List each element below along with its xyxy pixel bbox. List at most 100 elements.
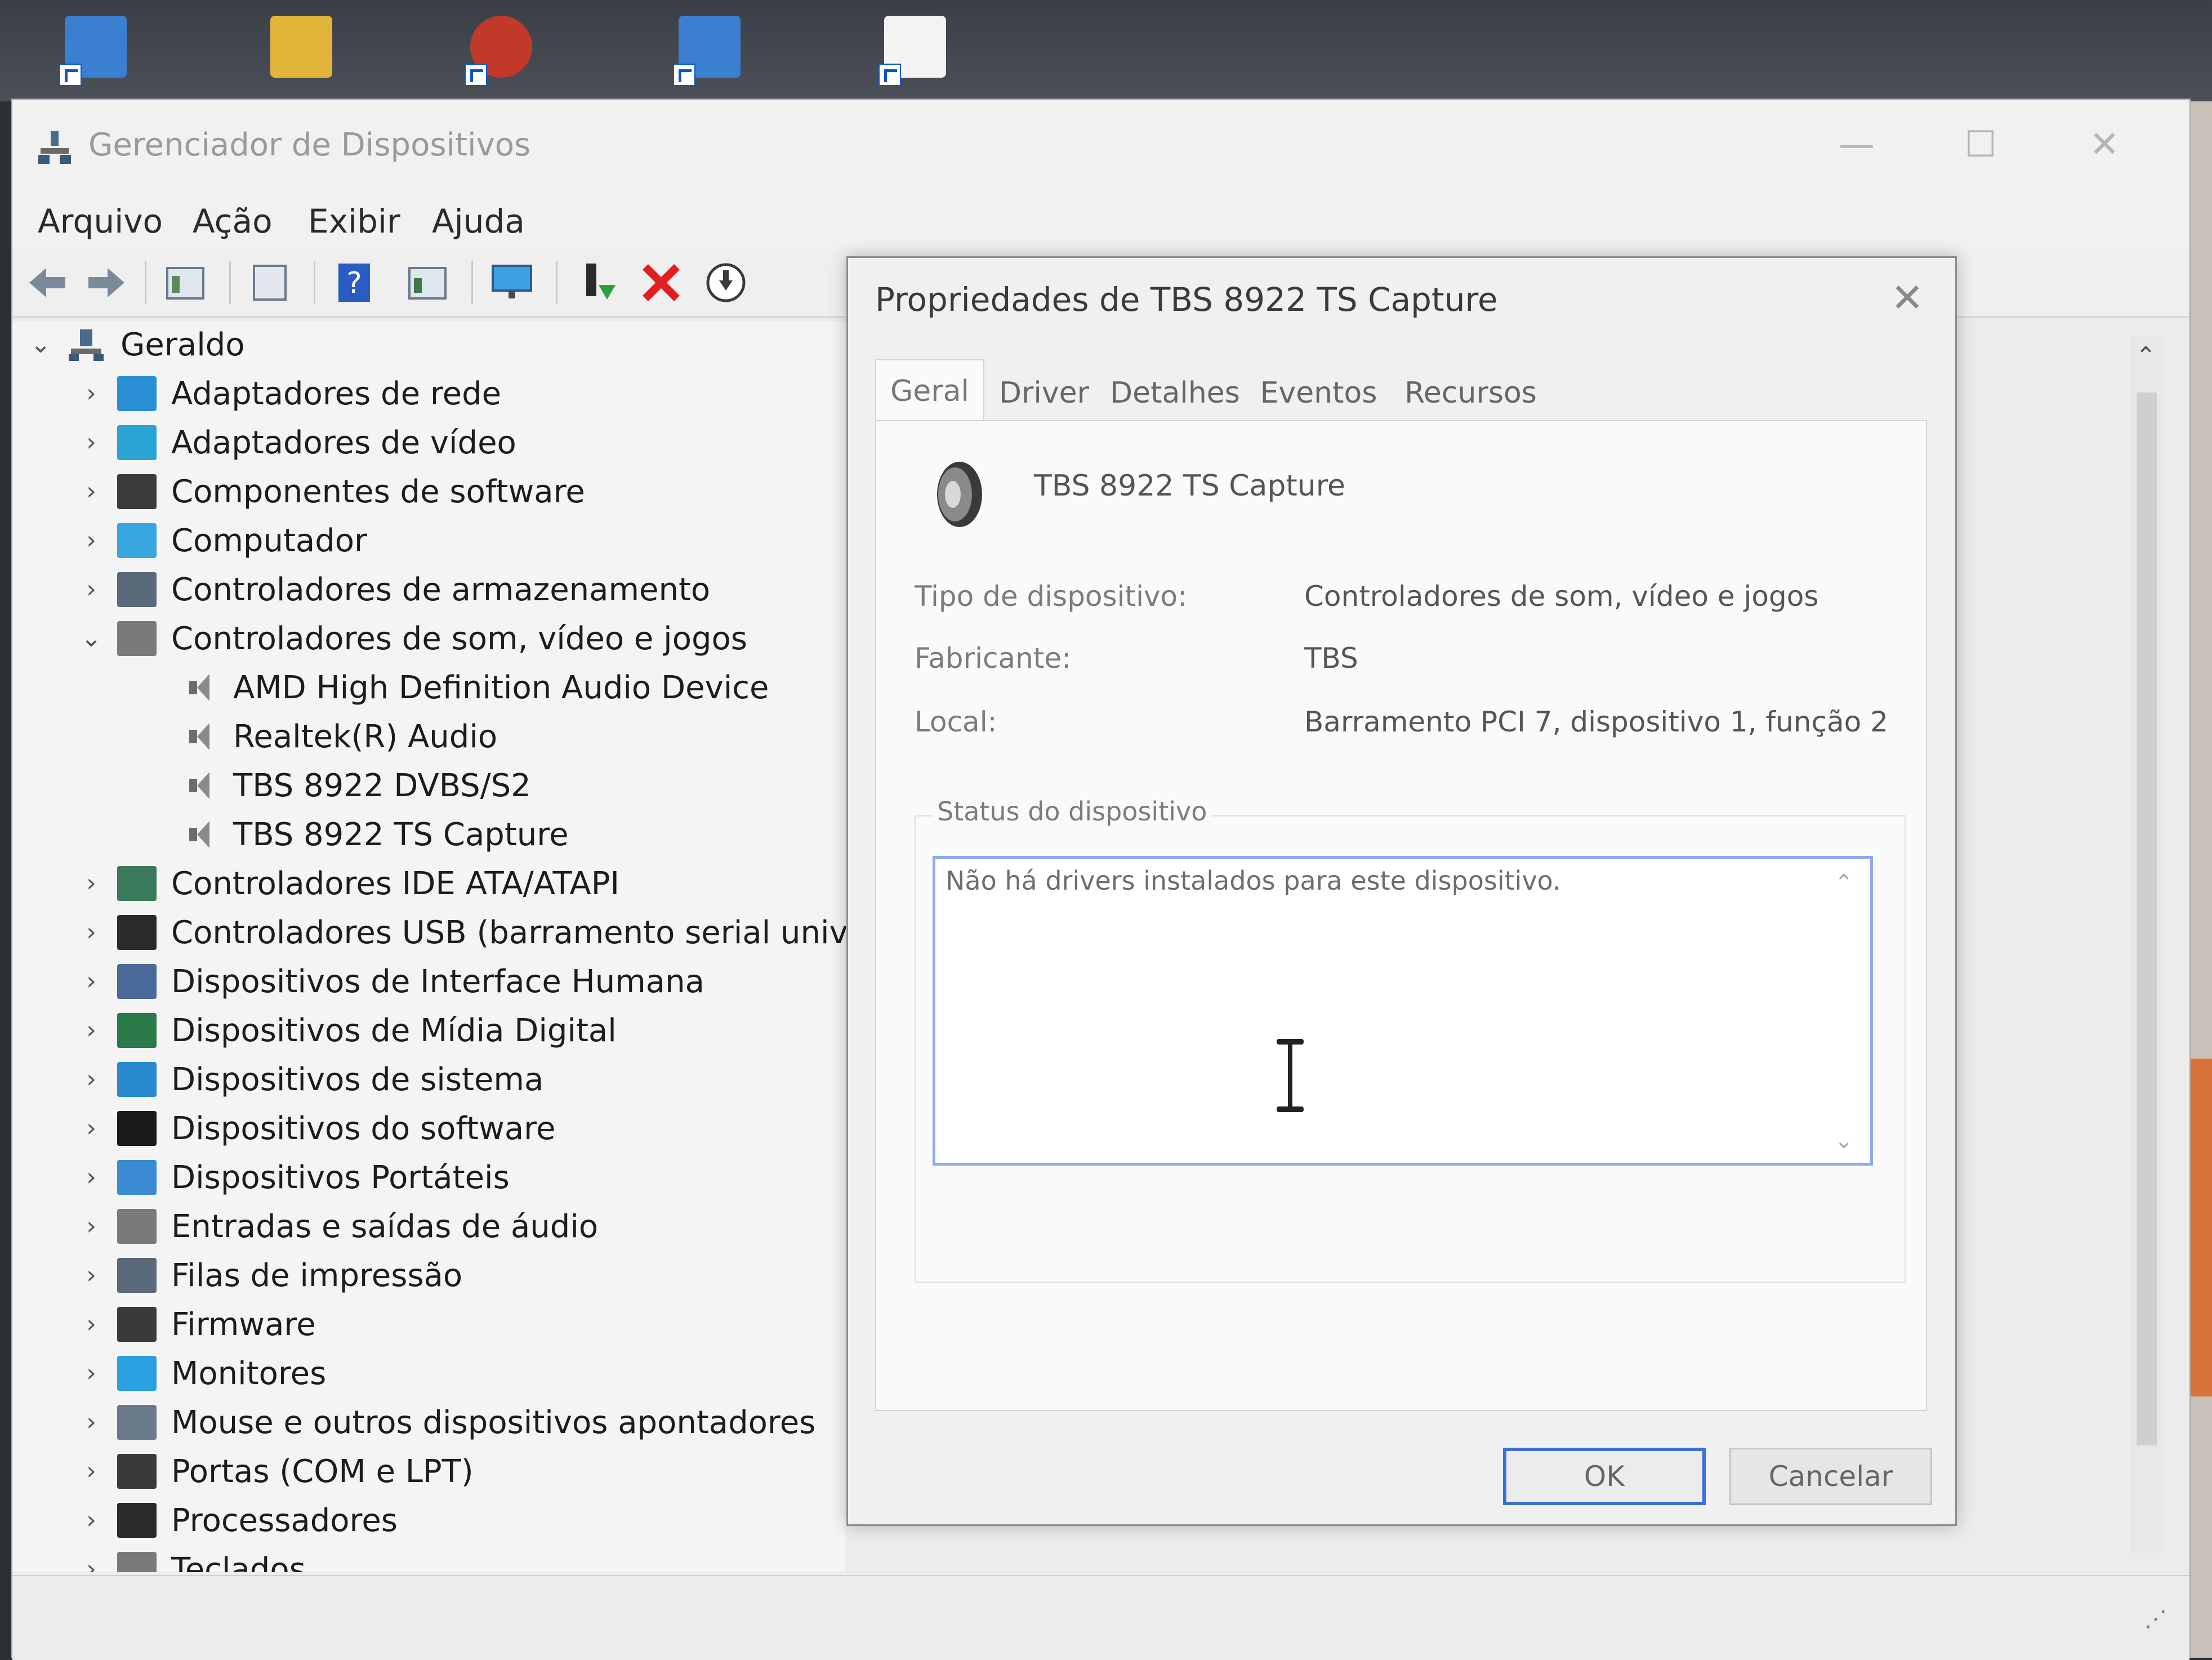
- chevron-right-icon[interactable]: ›: [80, 969, 102, 994]
- chevron-right-icon[interactable]: ›: [80, 381, 102, 406]
- tree-device[interactable]: TBS 8922 DVBS/S2: [187, 763, 531, 808]
- tab-geral[interactable]: Geral: [875, 359, 984, 422]
- chevron-right-icon[interactable]: ›: [80, 1459, 102, 1484]
- tree-category[interactable]: › Computador: [80, 518, 367, 563]
- category-icon: [117, 1454, 157, 1489]
- tree-category-label: Filas de impressão: [171, 1257, 463, 1294]
- update-driver-icon[interactable]: [573, 259, 620, 306]
- tree-category[interactable]: › Processadores: [80, 1498, 398, 1543]
- tree-category[interactable]: › Filas de impressão: [80, 1253, 462, 1298]
- chevron-down-icon[interactable]: ⌄: [80, 626, 102, 651]
- properties-icon[interactable]: [162, 259, 209, 306]
- tab-eventos[interactable]: Eventos: [1252, 365, 1385, 421]
- chevron-right-icon[interactable]: ›: [80, 1361, 102, 1386]
- download-icon[interactable]: [702, 259, 750, 306]
- tree-device[interactable]: TBS 8922 TS Capture: [187, 812, 569, 857]
- device-status-legend: Status do dispositivo: [933, 796, 1212, 827]
- chevron-right-icon[interactable]: ›: [80, 1067, 102, 1092]
- menu-ajuda[interactable]: Ajuda: [432, 202, 525, 240]
- chevron-right-icon[interactable]: ›: [80, 528, 102, 553]
- tree-category[interactable]: › Firmware: [80, 1302, 315, 1347]
- chevron-right-icon[interactable]: ›: [80, 871, 102, 896]
- scroll-up-icon[interactable]: ⌃: [2135, 342, 2156, 371]
- tree-category[interactable]: › Teclados: [80, 1547, 306, 1572]
- uninstall-icon[interactable]: [637, 259, 685, 306]
- tree-category[interactable]: › Controladores de armazenamento: [80, 567, 710, 612]
- ok-button[interactable]: OK: [1503, 1448, 1706, 1505]
- chevron-right-icon[interactable]: ›: [80, 479, 102, 504]
- chevron-right-icon[interactable]: ›: [80, 430, 102, 455]
- tree-category[interactable]: › Mouse e outros dispositivos apontadores: [80, 1400, 815, 1445]
- menu-acao[interactable]: Ação: [193, 202, 273, 240]
- chevron-up-icon[interactable]: ⌃: [1834, 870, 1853, 896]
- chevron-right-icon[interactable]: ›: [80, 1312, 102, 1337]
- resize-grip-icon[interactable]: ⋰: [2144, 1606, 2167, 1632]
- monitor-icon[interactable]: [488, 259, 536, 306]
- tree-category[interactable]: › Monitores: [80, 1351, 326, 1396]
- tree-category[interactable]: ⌄ Controladores de som, vídeo e jogos: [80, 616, 747, 661]
- tab-detalhes[interactable]: Detalhes: [1109, 365, 1241, 421]
- help-icon[interactable]: ?: [331, 259, 378, 306]
- tree-category[interactable]: › Dispositivos do software: [80, 1106, 555, 1151]
- category-icon: [117, 1209, 157, 1244]
- vertical-scrollbar[interactable]: ⌃: [2130, 336, 2164, 1552]
- tree-category[interactable]: › Dispositivos de Interface Humana: [80, 959, 704, 1004]
- menu-exibir[interactable]: Exibir: [308, 202, 400, 240]
- tree-device-label: TBS 8922 DVBS/S2: [233, 767, 531, 804]
- chevron-right-icon[interactable]: ›: [80, 577, 102, 602]
- title-bar[interactable]: Gerenciador de Dispositivos — ☐ ✕: [12, 100, 2189, 190]
- chevron-right-icon[interactable]: ›: [80, 1508, 102, 1533]
- tree-device[interactable]: Realtek(R) Audio: [187, 714, 497, 759]
- speaker-icon: [937, 462, 982, 527]
- desktop-shortcut-game-icon[interactable]: [459, 10, 543, 89]
- device-status-textbox[interactable]: Não há drivers instalados para este disp…: [933, 856, 1873, 1166]
- back-icon[interactable]: [24, 259, 71, 306]
- tree-category[interactable]: › Portas (COM e LPT): [80, 1449, 474, 1494]
- menu-arquivo[interactable]: Arquivo: [38, 202, 163, 240]
- chevron-down-icon[interactable]: ⌄: [1834, 1128, 1853, 1154]
- chevron-right-icon[interactable]: ›: [80, 1214, 102, 1239]
- chevron-right-icon[interactable]: ›: [80, 1263, 102, 1288]
- tree-category[interactable]: › Controladores USB (barramento serial un…: [80, 910, 846, 955]
- tree-category-label: Dispositivos de Mídia Digital: [171, 1012, 617, 1049]
- chevron-right-icon[interactable]: ›: [80, 1557, 102, 1573]
- forward-icon[interactable]: [83, 259, 130, 306]
- dialog-title: Propriedades de TBS 8922 TS Capture: [875, 280, 1498, 319]
- device-type-value: Controladores de som, vídeo e jogos: [1304, 580, 1819, 613]
- tree-device[interactable]: AMD High Definition Audio Device: [187, 665, 769, 710]
- tree-category[interactable]: › Dispositivos de Mídia Digital: [80, 1008, 617, 1053]
- maximize-button[interactable]: ☐: [1950, 119, 2012, 170]
- view-icon[interactable]: [404, 259, 451, 306]
- close-button[interactable]: ✕: [2073, 119, 2135, 170]
- chevron-right-icon[interactable]: ›: [80, 1116, 102, 1141]
- tab-recursos[interactable]: Recursos: [1396, 365, 1545, 421]
- minimize-button[interactable]: —: [1826, 119, 1888, 170]
- tree-category[interactable]: › Controladores IDE ATA/ATAPI: [80, 861, 619, 906]
- chevron-right-icon[interactable]: ›: [80, 1018, 102, 1043]
- category-icon: [117, 425, 157, 460]
- tree-category[interactable]: › Dispositivos de sistema: [80, 1057, 543, 1102]
- show-hide-icon[interactable]: [246, 259, 293, 306]
- device-manager-icon: [38, 131, 71, 164]
- scrollbar-thumb[interactable]: [2137, 392, 2157, 1445]
- dialog-close-button[interactable]: ✕: [1882, 273, 1933, 323]
- tree-category[interactable]: › Adaptadores de vídeo: [80, 420, 516, 465]
- tree-root[interactable]: ⌄ Geraldo: [29, 322, 245, 367]
- desktop-shortcut-folder-icon[interactable]: [259, 10, 344, 89]
- tree-category[interactable]: › Entradas e saídas de áudio: [80, 1204, 598, 1249]
- chevron-right-icon[interactable]: ›: [80, 920, 102, 945]
- tree-category[interactable]: › Adaptadores de rede: [80, 371, 501, 416]
- chevron-right-icon[interactable]: ›: [80, 1410, 102, 1435]
- chevron-right-icon[interactable]: ›: [80, 1165, 102, 1190]
- desktop-shortcut-icon[interactable]: [53, 10, 138, 89]
- category-icon: [117, 915, 157, 950]
- desktop-shortcut-file-icon[interactable]: [873, 10, 957, 89]
- tree-category[interactable]: › Dispositivos Portáteis: [80, 1155, 510, 1200]
- tab-driver[interactable]: Driver: [991, 365, 1098, 421]
- chevron-down-icon[interactable]: ⌄: [29, 332, 52, 357]
- location-label: Local:: [915, 706, 997, 738]
- cancel-button[interactable]: Cancelar: [1729, 1448, 1932, 1505]
- desktop-shortcut-icon[interactable]: [667, 10, 752, 89]
- toolbar-separator: [229, 261, 231, 304]
- tree-category[interactable]: › Componentes de software: [80, 469, 585, 514]
